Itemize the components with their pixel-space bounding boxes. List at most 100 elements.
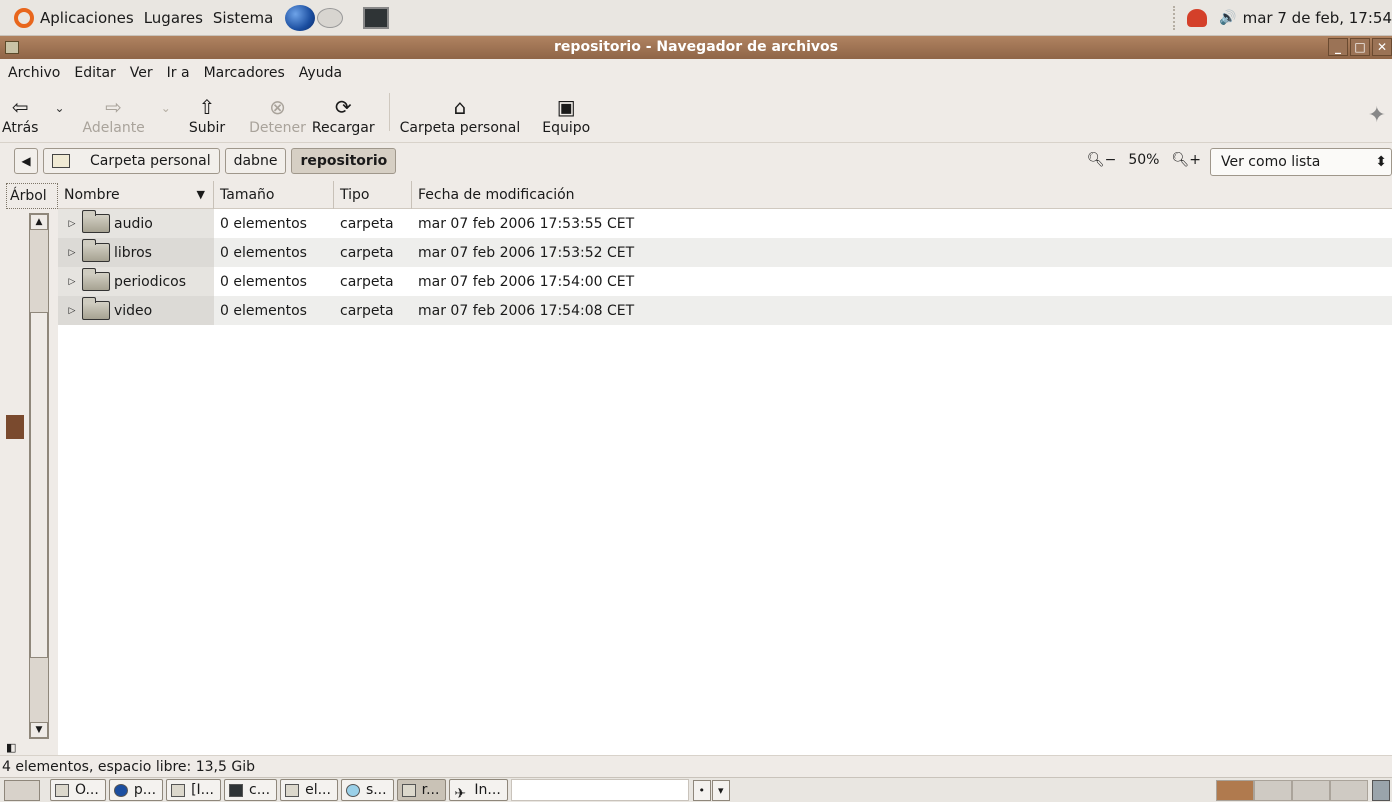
stop-button[interactable]: ⊗ Detener — [249, 94, 306, 136]
up-button[interactable]: ⇧ Subir — [189, 94, 225, 136]
toolbar: ⇦ Atrás ⌄ ⇨ Adelante ⌄ ⇧ Subir ⊗ Detener… — [0, 87, 1392, 143]
task-button[interactable]: el... — [280, 779, 338, 801]
expander-icon[interactable]: ▷ — [62, 248, 82, 258]
zoom-level[interactable]: 50% — [1128, 152, 1159, 168]
back-history-dropdown-icon[interactable]: ⌄ — [54, 101, 64, 115]
file-list: Nombre ▼ Tamaño Tipo Fecha de modificaci… — [58, 180, 1392, 755]
file-name: libros — [114, 244, 152, 261]
pane-resize-grip-icon[interactable]: ◧ — [6, 741, 16, 754]
list-item[interactable]: ▷ video 0 elementos carpeta mar 07 feb 2… — [58, 296, 1392, 325]
workspace-4[interactable] — [1330, 780, 1368, 801]
window-titlebar[interactable]: repositorio - Navegador de archivos _ □ … — [0, 36, 1392, 59]
gnome-foot-throbber-icon: ✦ — [1367, 103, 1386, 128]
task-button-active[interactable]: r... — [396, 779, 447, 801]
column-fecha[interactable]: Fecha de modificación — [412, 181, 575, 209]
type-cell: carpeta — [340, 302, 394, 319]
home-button[interactable]: ⌂ Carpeta personal — [400, 94, 521, 136]
list-header: Nombre ▼ Tamaño Tipo Fecha de modificaci… — [58, 180, 1392, 209]
computer-button[interactable]: ▣ Equipo — [542, 94, 590, 136]
menu-ver[interactable]: Ver — [130, 65, 153, 81]
path-left-arrow-button[interactable]: ◀ — [14, 148, 38, 174]
ubuntu-logo-icon[interactable] — [14, 7, 34, 28]
scroll-up-icon[interactable]: ▲ — [30, 214, 48, 230]
workspace-1[interactable] — [1216, 780, 1254, 801]
minimize-button[interactable]: _ — [1328, 38, 1348, 56]
web-browser-launcher-icon[interactable] — [285, 4, 316, 31]
menu-aplicaciones[interactable]: Aplicaciones — [40, 9, 134, 27]
task-button[interactable]: O... — [50, 779, 106, 801]
workspace-switcher — [1216, 780, 1368, 801]
workspace-3[interactable] — [1292, 780, 1330, 801]
task-list-dropdown-icon[interactable]: ▾ — [711, 779, 730, 801]
type-cell: carpeta — [340, 215, 394, 232]
expander-icon[interactable]: ▷ — [62, 306, 82, 316]
maximize-button[interactable]: □ — [1350, 38, 1370, 56]
back-button[interactable]: ⇦ Atrás — [2, 94, 38, 136]
menu-marcadores[interactable]: Marcadores — [204, 65, 285, 81]
task-button[interactable]: c... — [224, 779, 278, 801]
menu-ir-a[interactable]: Ir a — [167, 65, 190, 81]
menu-ayuda[interactable]: Ayuda — [299, 65, 342, 81]
reload-label: Recargar — [311, 120, 375, 136]
show-desktop-button[interactable] — [4, 779, 40, 801]
forward-button[interactable]: ⇨ Adelante — [83, 94, 145, 136]
trash-icon[interactable] — [1372, 780, 1390, 801]
task-button[interactable]: ✈ In... — [449, 779, 508, 802]
back-arrow-icon: ⇦ — [11, 95, 29, 119]
column-nombre[interactable]: Nombre ▼ — [58, 180, 214, 209]
expander-icon[interactable]: ▷ — [62, 277, 82, 287]
top-panel: Aplicaciones Lugares Sistema 🔊 mar 7 de … — [0, 0, 1392, 36]
task-app-icon: ✈ — [454, 785, 467, 802]
sort-descending-icon: ▼ — [196, 187, 205, 201]
volume-icon[interactable]: 🔊 — [1219, 10, 1236, 26]
task-list-dot-icon[interactable]: • — [692, 779, 711, 801]
update-notifier-icon[interactable] — [1187, 9, 1208, 27]
list-item[interactable]: ▷ audio 0 elementos carpeta mar 07 feb 2… — [58, 209, 1392, 238]
mail-launcher-icon[interactable] — [317, 7, 344, 28]
window-menu-icon[interactable] — [5, 41, 19, 54]
menu-lugares[interactable]: Lugares — [144, 9, 203, 27]
sidebar-scrollbar[interactable]: ▲ ▼ — [29, 213, 49, 739]
sidebar-title[interactable]: Árbol — [6, 183, 58, 209]
size-cell: 0 elementos — [220, 215, 307, 232]
menu-archivo[interactable]: Archivo — [8, 65, 60, 81]
name-cell: ▷ audio — [58, 209, 214, 238]
reload-button[interactable]: ⟳ Recargar — [312, 94, 375, 136]
task-app-icon — [113, 783, 128, 797]
folder-icon — [82, 297, 110, 320]
close-button[interactable]: ✕ — [1372, 38, 1392, 56]
scroll-thumb[interactable] — [30, 312, 48, 658]
size-cell: 0 elementos — [220, 273, 307, 290]
workspace-2[interactable] — [1254, 780, 1292, 801]
list-item[interactable]: ▷ libros 0 elementos carpeta mar 07 feb … — [58, 238, 1392, 267]
column-tipo[interactable]: Tipo — [334, 180, 412, 209]
type-cell: carpeta — [340, 273, 394, 290]
clock[interactable]: mar 7 de feb, 17:54 — [1243, 9, 1392, 27]
task-button[interactable]: [I... — [166, 779, 222, 801]
task-button[interactable]: p... — [108, 779, 164, 801]
task-button[interactable]: s... — [340, 779, 394, 801]
scroll-down-icon[interactable]: ▼ — [30, 722, 48, 738]
panel-menu: Aplicaciones Lugares Sistema — [14, 0, 390, 35]
crumb-home[interactable]: Carpeta personal — [43, 148, 220, 174]
column-tamano[interactable]: Tamaño — [214, 180, 334, 209]
select-updown-icon: ⬍ — [1375, 154, 1387, 170]
sidebar: Árbol ▲ ▼ ◧ — [0, 181, 58, 755]
size-cell: 0 elementos — [220, 244, 307, 261]
forward-history-dropdown-icon[interactable]: ⌄ — [161, 101, 171, 115]
task-app-icon — [285, 783, 300, 797]
terminal-launcher-icon[interactable] — [363, 6, 390, 29]
list-item[interactable]: ▷ periodicos 0 elementos carpeta mar 07 … — [58, 267, 1392, 296]
view-mode-select[interactable]: Ver como lista ⬍ — [1210, 148, 1392, 176]
zoom-out-icon[interactable]: 🔍︎− — [1087, 152, 1117, 168]
menu-sistema[interactable]: Sistema — [213, 9, 273, 27]
window-controls: _ □ ✕ — [1326, 38, 1392, 56]
task-label: O... — [75, 782, 99, 798]
crumb-dabne[interactable]: dabne — [224, 148, 287, 174]
zoom-in-icon[interactable]: 🔍︎+ — [1171, 152, 1201, 168]
name-cell: ▷ video — [58, 296, 214, 325]
menu-editar[interactable]: Editar — [74, 65, 115, 81]
up-label: Subir — [188, 120, 226, 136]
expander-icon[interactable]: ▷ — [62, 219, 82, 229]
crumb-repositorio[interactable]: repositorio — [291, 148, 397, 174]
